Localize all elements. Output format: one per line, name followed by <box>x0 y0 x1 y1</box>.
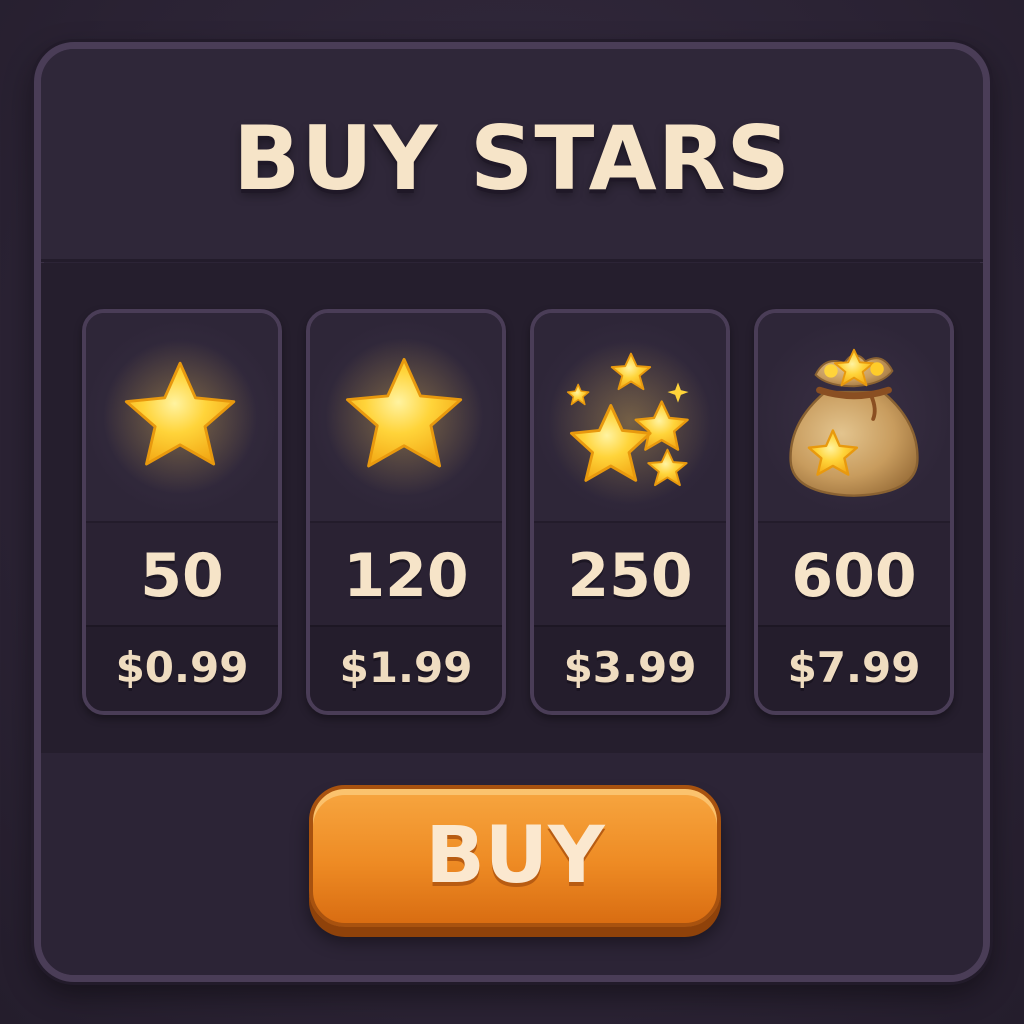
package-price: $1.99 <box>339 643 473 692</box>
package-amount: 120 <box>343 541 469 611</box>
package-price: $3.99 <box>563 643 697 692</box>
package-list: 50 $0.99 120 $1.99 250 $3.99 600 $7.99 <box>41 263 983 753</box>
package-price-area: $1.99 <box>310 625 502 711</box>
page-title: BUY STARS <box>233 107 791 210</box>
package-amount: 50 <box>140 541 224 611</box>
buy-stars-panel: BUY STARS 50 $0.99 120 $1.99 250 $3.99 6… <box>34 42 990 982</box>
buy-button[interactable]: BUY <box>309 785 721 927</box>
package-card-600[interactable]: 600 $7.99 <box>754 309 954 715</box>
panel-header: BUY STARS <box>41 49 983 262</box>
buy-button-label: BUY <box>425 811 605 901</box>
package-icon-area <box>534 313 726 521</box>
star-bag-icon <box>789 348 919 497</box>
package-amount-area: 600 <box>758 521 950 627</box>
package-icon-area <box>758 313 950 521</box>
package-price-area: $3.99 <box>534 625 726 711</box>
star-cluster-icon <box>548 341 712 505</box>
package-icon-area <box>86 313 278 521</box>
package-price: $0.99 <box>115 643 249 692</box>
package-card-120[interactable]: 120 $1.99 <box>306 309 506 715</box>
star-icon <box>103 340 257 494</box>
package-card-50[interactable]: 50 $0.99 <box>82 309 282 715</box>
package-card-250[interactable]: 250 $3.99 <box>530 309 730 715</box>
star-icon <box>325 338 483 496</box>
package-amount-area: 250 <box>534 521 726 627</box>
package-amount: 600 <box>791 541 917 611</box>
store-screen: BUY STARS 50 $0.99 120 $1.99 250 $3.99 6… <box>0 0 1024 1024</box>
package-amount: 250 <box>567 541 693 611</box>
package-amount-area: 50 <box>86 521 278 627</box>
package-icon-area <box>310 313 502 521</box>
package-price-area: $7.99 <box>758 625 950 711</box>
package-amount-area: 120 <box>310 521 502 627</box>
package-price: $7.99 <box>787 643 921 692</box>
panel-footer: BUY <box>41 753 983 975</box>
package-price-area: $0.99 <box>86 625 278 711</box>
